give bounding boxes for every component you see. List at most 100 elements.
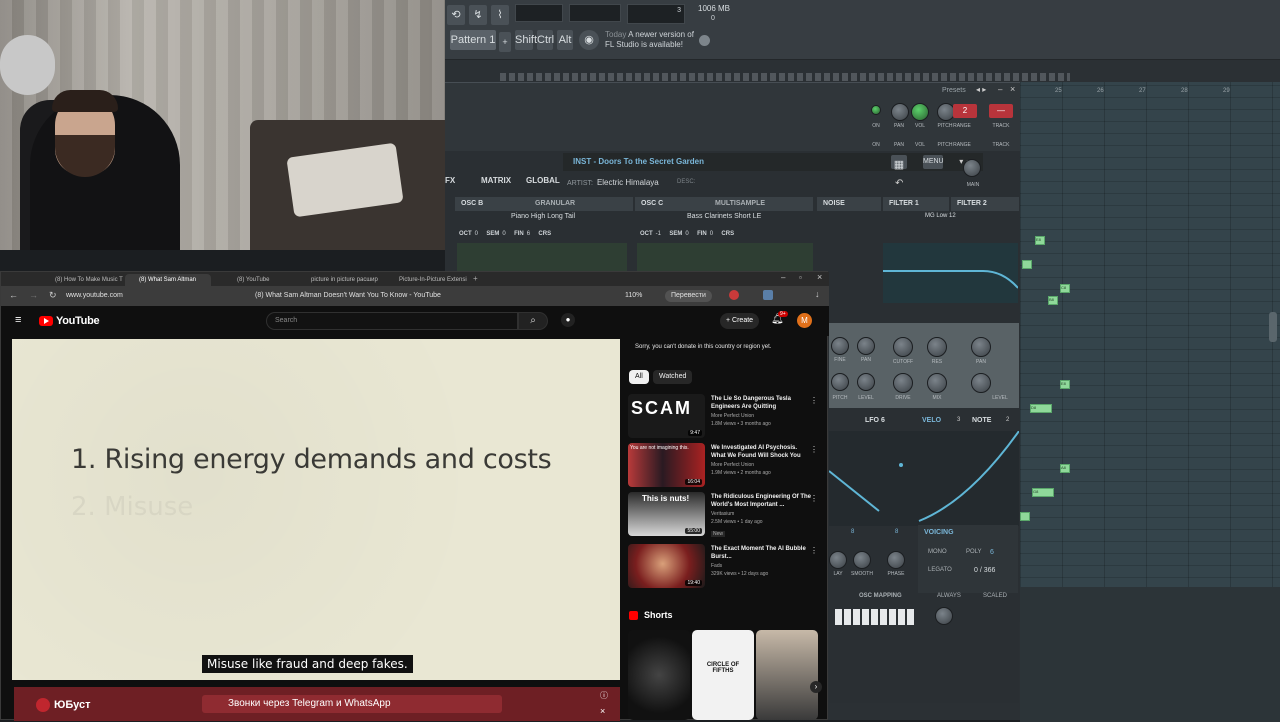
list-item[interactable]: SCAM 9:47 The Lie So Dangerous Tesla Eng… <box>628 394 823 440</box>
filter-pan-knob[interactable] <box>971 337 991 357</box>
more-icon[interactable]: ⋮ <box>810 494 818 503</box>
vol-knob[interactable] <box>911 103 929 121</box>
youtube-logo[interactable]: YouTube <box>39 315 100 327</box>
translate-button[interactable]: Перевести <box>665 290 712 302</box>
mapping-knob[interactable] <box>935 607 953 625</box>
list-item[interactable]: This is nuts! 55:00 The Ridiculous Engin… <box>628 492 823 538</box>
search-input[interactable]: Search <box>266 312 518 330</box>
tab-lfo-6[interactable]: LFO 6 <box>865 417 885 424</box>
on-led[interactable] <box>871 105 881 115</box>
more-icon[interactable]: ⋮ <box>810 396 818 405</box>
filter-2-header[interactable]: FILTER 2 <box>951 197 1019 211</box>
tab-global[interactable]: GLOBAL <box>526 176 560 185</box>
filter-type[interactable]: MG Low 12 <box>925 213 956 219</box>
globe-icon[interactable] <box>699 35 710 46</box>
list-item[interactable]: You are not imagining this. 16:04 We Inv… <box>628 443 823 489</box>
filter-level-knob[interactable] <box>971 373 991 393</box>
piano-key[interactable] <box>853 609 860 625</box>
short-thumbnail[interactable] <box>628 630 690 720</box>
osc-c-header[interactable]: OSC C MULTISAMPLE <box>635 197 813 211</box>
download-icon[interactable]: ↓ <box>815 289 820 299</box>
menu-button[interactable]: MENU <box>923 155 944 169</box>
video-thumbnail[interactable]: SCAM 9:47 <box>628 394 705 438</box>
drive-knob[interactable] <box>893 373 913 393</box>
note-block[interactable]: G8 <box>1032 488 1054 497</box>
piano-key[interactable] <box>889 609 896 625</box>
channel-name[interactable]: Fads <box>711 563 722 569</box>
ad-close-icon[interactable]: × <box>600 706 605 716</box>
chip-all[interactable]: All <box>629 370 649 384</box>
chip-watched[interactable]: Watched <box>653 370 693 384</box>
more-icon[interactable]: ⋮ <box>810 445 818 454</box>
piano-roll[interactable]: 25 26 27 28 29 E8 C8 B8 E8 D8 A8 G8 <box>1020 82 1280 722</box>
close-icon[interactable]: × <box>1010 84 1015 94</box>
tab-youtube[interactable]: (8) YouTube <box>223 274 289 286</box>
close-icon[interactable]: × <box>817 272 822 282</box>
scaled-label[interactable]: SCALED <box>983 593 1007 599</box>
noise-header[interactable]: NOISE <box>817 197 881 211</box>
osc-level-knob[interactable] <box>857 373 875 391</box>
list-item[interactable]: 19:40 The Exact Moment The AI Bubble Bur… <box>628 544 823 590</box>
osc-c-params[interactable]: OCT -1 SEM 0 FIN 0 CRS <box>640 231 737 237</box>
piano-key[interactable] <box>835 609 842 625</box>
video-title[interactable]: The Lie So Dangerous Tesla Engineers Are… <box>711 395 813 411</box>
track-button[interactable]: — <box>989 104 1013 118</box>
video-title[interactable]: The Exact Moment The AI Bubble Burst... <box>711 545 813 561</box>
search-icon[interactable]: ⌕ <box>518 312 548 330</box>
osc-b-header[interactable]: OSC B GRANULAR <box>455 197 633 211</box>
tab-velo[interactable]: VELO <box>922 417 941 424</box>
create-button[interactable]: + Create <box>720 313 760 329</box>
note-block[interactable]: E8 <box>1060 380 1070 389</box>
piano-key[interactable] <box>907 609 914 625</box>
channel-name[interactable]: Veritasium <box>711 511 734 517</box>
osc-b-sample[interactable]: Piano High Long Tail <box>511 213 575 220</box>
delay-knob[interactable] <box>829 551 847 569</box>
video-thumbnail[interactable]: You are not imagining this. 16:04 <box>628 443 705 487</box>
main-knob[interactable] <box>963 159 981 177</box>
pattern-selector[interactable]: Pattern 1 <box>450 30 496 50</box>
short-thumbnail[interactable] <box>756 630 818 720</box>
cutoff-knob[interactable] <box>893 337 913 357</box>
key-ctrl[interactable]: Ctrl <box>537 30 554 50</box>
osc-pitch-knob[interactable] <box>831 373 849 391</box>
piano-key[interactable] <box>844 609 851 625</box>
ad-banner[interactable]: ЮБуст Звонки через Telegram и WhatsApp ⓘ… <box>14 687 620 721</box>
piano-key[interactable] <box>862 609 869 625</box>
velocity-lane[interactable] <box>1020 587 1280 722</box>
filter-graph[interactable] <box>883 243 1019 303</box>
legato-value[interactable]: 0 / 366 <box>974 567 995 574</box>
forward-icon[interactable]: → <box>29 290 38 300</box>
maximize-icon[interactable]: ▫ <box>799 273 802 282</box>
filter-1-header[interactable]: FILTER 1 <box>883 197 949 211</box>
url-field[interactable]: www.youtube.com <box>66 292 123 299</box>
undo-icon[interactable]: ↶ <box>895 178 903 189</box>
range-button[interactable]: 2 <box>953 104 977 118</box>
minimize-icon[interactable]: – <box>998 85 1002 94</box>
tool-icon[interactable]: ↯ <box>469 5 487 25</box>
key-shift[interactable]: Shift <box>515 30 537 50</box>
poly-count[interactable]: 6 <box>990 549 994 556</box>
video-player[interactable]: 1. Rising energy demands and costs 2. Mi… <box>12 339 620 680</box>
legato-toggle[interactable]: LEGATO <box>928 567 952 573</box>
tab-how-to-make-music[interactable]: (8) How To Make Music T <box>41 274 123 286</box>
preset-name-bar[interactable]: INST - Doors To the Secret Garden ▾ ‹ › <box>563 153 983 171</box>
channel-name[interactable]: More Perfect Union <box>711 413 754 419</box>
presets-label[interactable]: Presets <box>942 87 966 94</box>
channel-name[interactable]: More Perfect Union <box>711 462 754 468</box>
piano-key[interactable] <box>898 609 905 625</box>
note-block[interactable]: A8 <box>1060 464 1070 473</box>
always-label[interactable]: ALWAYS <box>937 593 961 599</box>
video-title[interactable]: We Investigated AI Psychosis. What We Fo… <box>711 444 813 460</box>
note-block[interactable]: E8 <box>1035 236 1045 245</box>
envelope-graph[interactable] <box>828 430 1020 526</box>
news-icon[interactable]: ◉ <box>579 30 599 50</box>
note-block[interactable] <box>1020 512 1030 521</box>
mic-icon[interactable]: ● <box>561 313 575 327</box>
song-position[interactable] <box>569 4 621 22</box>
res-knob[interactable] <box>927 337 947 357</box>
tab-pip-search[interactable]: picture in picture расшир <box>297 274 385 286</box>
back-icon[interactable]: ← <box>9 290 18 300</box>
chevron-right-icon[interactable]: › <box>810 681 822 693</box>
tab-fx[interactable]: FX <box>445 176 455 185</box>
note-block[interactable]: D8 <box>1030 404 1052 413</box>
